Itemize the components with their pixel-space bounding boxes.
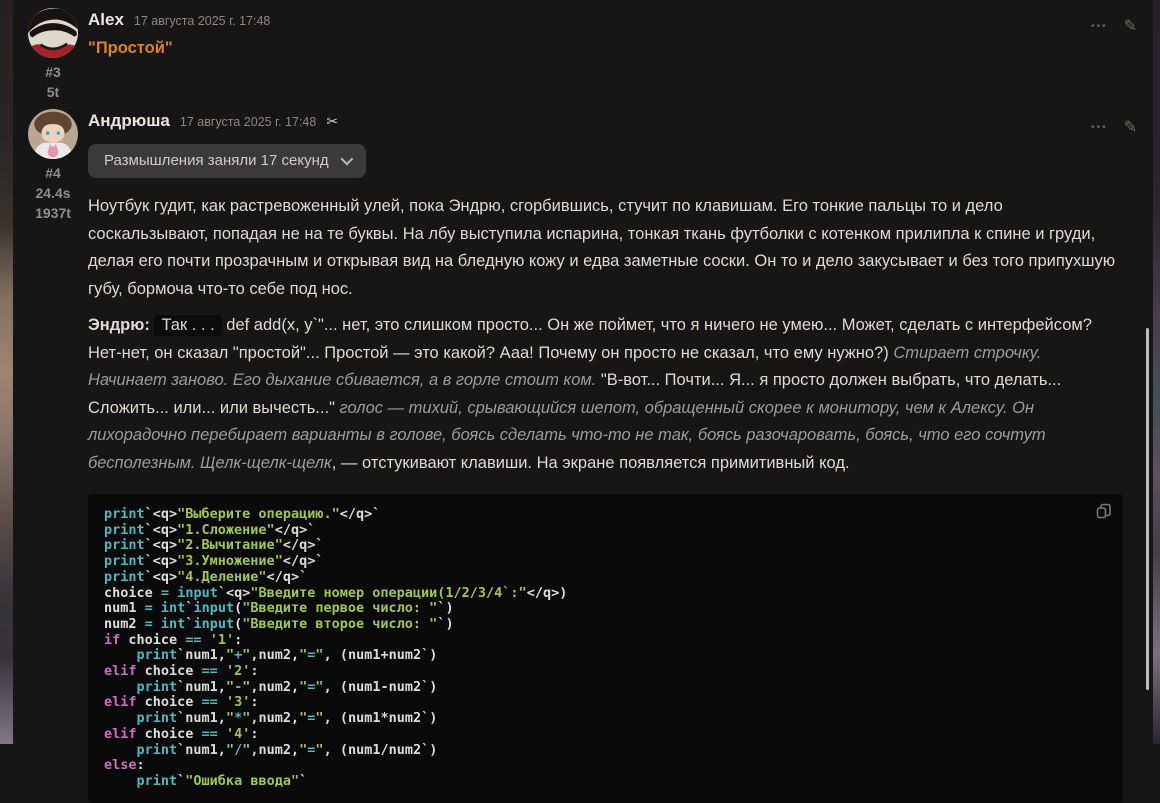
code-line: print`num1,"-",num2,"=", (num1-num2`) bbox=[136, 678, 438, 695]
message-alex-content: Alex 17 августа 2025 г. 17:48 "Простой" bbox=[88, 0, 1123, 58]
code-line: print`num1,"+",num2,"=", (num1+num2`) bbox=[136, 647, 438, 664]
message-andryusha-gutter: #4 24.4s 1937t bbox=[13, 101, 93, 223]
chevron-down-icon bbox=[340, 152, 353, 166]
code-line: num1 = int`input("Введите первое число: … bbox=[104, 600, 454, 617]
author-name: Андрюша bbox=[88, 111, 170, 130]
code-line: elif choice == '3': bbox=[104, 694, 259, 711]
scissors-icon: ✂ bbox=[326, 112, 339, 129]
token-count: 1937t bbox=[35, 205, 71, 221]
chat-panel: #3 5t Alex 17 августа 2025 г. 17:48 "Про… bbox=[13, 0, 1153, 803]
code-line: elif choice == '2': bbox=[104, 663, 259, 680]
paragraph-segment-chip: Так . . . bbox=[154, 315, 222, 336]
code-line: print`<q>"3.Умножение"</q>` bbox=[104, 553, 324, 570]
paragraph-segment-bold: Эндрю: bbox=[88, 316, 155, 334]
scrollbar[interactable] bbox=[1146, 328, 1149, 690]
code-line: print`"Ошибка ввода"` bbox=[136, 772, 308, 789]
message-number: #3 bbox=[45, 64, 61, 80]
code-line: if choice == '1': bbox=[104, 631, 243, 648]
message-options-icon[interactable]: ••• bbox=[1091, 122, 1108, 133]
message-alex-text: "Простой" bbox=[88, 39, 173, 57]
code-line: num2 = int`input("Введите второе число: … bbox=[104, 615, 454, 632]
edit-message-icon[interactable]: ✎ bbox=[1124, 117, 1137, 137]
code-line: print`<q>"Выберите операцию."</q>` bbox=[104, 506, 381, 522]
code-line: else: bbox=[104, 757, 145, 774]
andryusha-avatar[interactable] bbox=[28, 109, 78, 159]
copy-code-icon[interactable] bbox=[1096, 503, 1112, 519]
code-line: print`num1,"*",num2,"=", (num1*num2`) bbox=[136, 710, 438, 727]
code-line: print`<q>"2.Вычитание"</q>` bbox=[104, 537, 324, 554]
message-timestamp: 17 августа 2025 г. 17:48 bbox=[179, 115, 317, 129]
wallpaper-left-edge bbox=[0, 0, 13, 744]
message-alex: #3 5t Alex 17 августа 2025 г. 17:48 "Про… bbox=[13, 0, 1153, 101]
generation-time: 24.4s bbox=[35, 185, 71, 201]
code-block-content: print`<q>"Выберите операцию."</q>` print`… bbox=[104, 506, 1083, 790]
wallpaper-right-edge bbox=[1153, 0, 1160, 744]
reasoning-toggle-label: Размышления заняли 17 секунд bbox=[104, 152, 329, 169]
message-alex-header: Alex 17 августа 2025 г. 17:48 bbox=[88, 0, 1123, 30]
reasoning-toggle-button[interactable]: Размышления заняли 17 секунд bbox=[88, 144, 366, 178]
code-block: print`<q>"Выберите операцию."</q>` print`… bbox=[88, 494, 1123, 803]
author-name: Alex bbox=[88, 10, 124, 29]
message-alex-gutter: #3 5t bbox=[13, 0, 93, 102]
code-line: print`<q>"1.Сложение"</q>` bbox=[104, 521, 316, 538]
andryusha-avatar-image bbox=[28, 109, 78, 159]
code-line: print`num1,"/",num2,"=", (num1/num2`) bbox=[136, 741, 438, 758]
chat-app: { "icons": { "options_glyph": "•••", "ed… bbox=[0, 0, 1160, 803]
alex-avatar-image bbox=[28, 8, 78, 58]
paragraph-segment-normal: , — отстукивают клавиши. На экране появл… bbox=[331, 453, 850, 472]
alex-avatar[interactable] bbox=[28, 8, 78, 58]
message-timestamp: 17 августа 2025 г. 17:48 bbox=[133, 14, 271, 28]
message-paragraph-1: Ноутбук гудит, как растревоженный улей, … bbox=[88, 197, 1116, 298]
code-line: elif choice == '4': bbox=[104, 725, 259, 742]
message-number: #4 bbox=[45, 165, 61, 181]
token-count: 5t bbox=[46, 84, 60, 100]
code-line: choice = input`<q>"Введите номер операци… bbox=[104, 584, 568, 601]
copy-icon-glyph bbox=[1096, 503, 1111, 519]
code-line: print`<q>"4.Деление"</q>` bbox=[104, 568, 308, 585]
message-andryusha-header: Андрюша 17 августа 2025 г. 17:48 ✂ bbox=[88, 101, 1123, 131]
message-andryusha-actions: ••• ✎ bbox=[1091, 117, 1137, 137]
message-andryusha-content: Андрюша 17 августа 2025 г. 17:48 ✂ Размы… bbox=[88, 101, 1123, 803]
message-andryusha: #4 24.4s 1937t Андрюша 17 августа 2025 г… bbox=[13, 101, 1153, 803]
message-paragraph-2: Эндрю: Так . . . def add(x, y`"... нет, … bbox=[88, 312, 1123, 477]
message-options-icon[interactable]: ••• bbox=[1091, 21, 1108, 32]
message-alex-actions: ••• ✎ bbox=[1091, 16, 1137, 36]
edit-message-icon[interactable]: ✎ bbox=[1124, 16, 1137, 36]
